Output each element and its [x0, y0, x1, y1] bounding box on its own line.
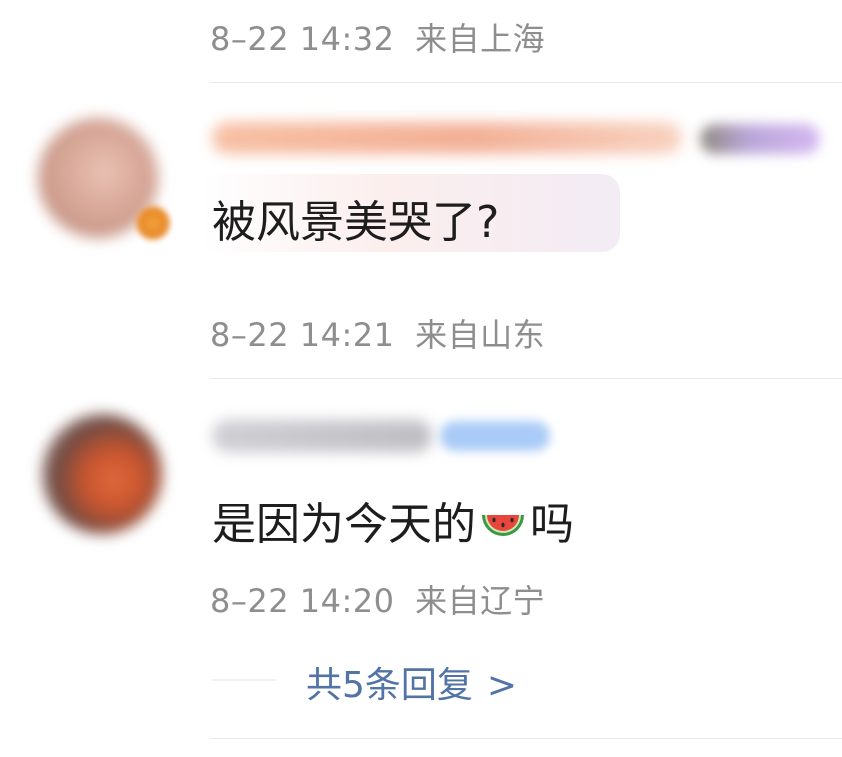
comment-date: 8–22	[210, 20, 290, 58]
comment-time: 14:32	[299, 20, 395, 58]
comment-location: 来自辽宁	[415, 582, 546, 620]
comment-time: 14:21	[299, 316, 395, 354]
comment-meta: 8–22 14:32 来自上海	[210, 14, 545, 60]
user-badge	[700, 124, 820, 154]
comment-text[interactable]: 被风景美哭了?	[212, 186, 499, 250]
comment-date: 8–22	[210, 316, 290, 354]
watermelon-icon	[482, 515, 524, 536]
verified-badge-icon	[136, 206, 170, 240]
comment-date: 8–22	[210, 582, 290, 620]
chevron-right-icon: >	[486, 665, 518, 706]
view-replies-link[interactable]: 共5条回复 >	[306, 656, 517, 708]
divider	[210, 738, 842, 739]
divider	[210, 378, 842, 379]
user-badge	[440, 421, 550, 451]
comment-time: 14:20	[299, 582, 395, 620]
comment-location: 来自上海	[415, 20, 546, 58]
comment-text[interactable]: 是因为今天的 吗	[212, 488, 574, 552]
comment-text-part: 是因为今天的	[212, 499, 476, 550]
username-blurred[interactable]	[212, 420, 432, 452]
replies-label: 共5条回复	[306, 665, 473, 706]
avatar[interactable]	[42, 414, 162, 534]
comment-meta: 8–22 14:21 来自山东	[210, 310, 545, 356]
username-blurred[interactable]	[212, 122, 682, 154]
comment-meta: 8–22 14:20 来自辽宁	[210, 576, 545, 622]
divider	[210, 82, 842, 83]
comment-location: 来自山东	[415, 316, 546, 354]
replies-line	[212, 679, 276, 681]
comment-text-part: 吗	[530, 499, 574, 550]
